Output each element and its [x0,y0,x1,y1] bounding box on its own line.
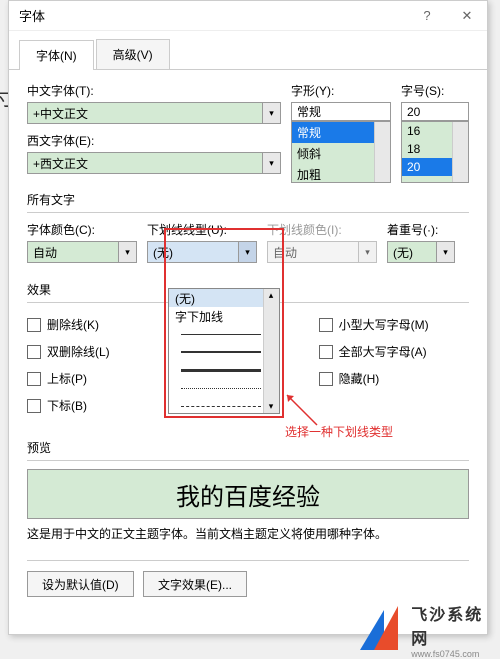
close-button[interactable]: ✕ [447,1,487,31]
cnfont-value[interactable]: +中文正文 [27,102,263,124]
cnfont-combo[interactable]: +中文正文 ▾ [27,102,281,124]
checkbox-hidden[interactable]: 隐藏(H) [319,370,469,387]
divider [27,212,469,213]
checkbox-allcaps[interactable]: 全部大写字母(A) [319,343,469,360]
checkbox-label: 删除线(K) [47,316,99,333]
checkbox-label: 双删除线(L) [47,343,110,360]
emphasis-dropdown-button[interactable]: ▾ [437,241,455,263]
enfont-label: 西文字体(E): [27,132,281,149]
dialog-title: 字体 [19,6,45,25]
checkbox-icon[interactable] [27,372,41,386]
checkbox-icon[interactable] [319,345,333,359]
emphasis-combo[interactable]: (无) ▾ [387,241,455,263]
checkbox-sub[interactable]: 下标(B) [27,397,159,414]
checkbox-label: 隐藏(H) [339,370,380,387]
checkbox-label: 上标(P) [47,370,87,387]
divider [27,460,469,461]
checkbox-label: 全部大写字母(A) [339,343,427,360]
divider [27,560,469,561]
emphasis-value: (无) [387,241,437,263]
logo-text-cn: 飞沙系统网 [411,601,500,649]
checkbox-label: 下标(B) [47,397,87,414]
tab-strip: 字体(N) 高级(V) [9,31,487,70]
scrollbar[interactable]: ▴ ▾ [263,289,279,413]
annotation-text: 选择一种下划线类型 [285,423,393,440]
checkbox-super[interactable]: 上标(P) [27,370,159,387]
cnfont-label: 中文字体(T): [27,82,281,99]
help-button[interactable]: ? [407,1,447,31]
checkbox-icon[interactable] [27,318,41,332]
scroll-up-icon[interactable]: ▴ [264,290,278,301]
allfonts-label: 所有文字 [27,191,469,208]
size-input[interactable]: 20 [401,102,469,121]
ulcolor-dropdown-button: ▾ [359,241,377,263]
titlebar: 字体 ? ✕ [9,1,487,31]
checkbox-icon[interactable] [27,345,41,359]
preview-note: 这是用于中文的正文主题字体。当前文档主题定义将使用哪种字体。 [27,525,469,542]
color-dropdown-button[interactable]: ▾ [119,241,137,263]
size-label: 字号(S): [401,82,469,99]
checkbox-strike[interactable]: 删除线(K) [27,316,159,333]
style-input[interactable]: 常规 [291,102,391,121]
set-default-button[interactable]: 设为默认值(D) [27,571,134,597]
color-label: 字体颜色(C): [27,221,137,238]
logo-text-url: www.fs0745.com [411,649,500,659]
underline-dropdown[interactable]: (无) 字下加线 ▴ ▾ [168,288,280,414]
checkbox-icon[interactable] [319,318,333,332]
checkbox-dstrike[interactable]: 双删除线(L) [27,343,159,360]
enfont-value[interactable]: +西文正文 [27,152,263,174]
enfont-combo[interactable]: +西文正文 ▾ [27,152,281,174]
color-combo[interactable]: 自动 ▾ [27,241,137,263]
style-listbox[interactable]: 常规 倾斜 加粗 [291,121,391,183]
color-value: 自动 [27,241,119,263]
logo-icon [360,606,407,654]
size-listbox[interactable]: 16 18 20 [401,121,469,183]
checkbox-smallcaps[interactable]: 小型大写字母(M) [319,316,469,333]
style-label: 字形(Y): [291,82,391,99]
checkbox-icon[interactable] [319,372,333,386]
tab-font[interactable]: 字体(N) [19,40,94,70]
watermark-logo: 飞沙系统网 www.fs0745.com [360,602,500,657]
emphasis-label: 着重号(·): [387,221,455,238]
cnfont-dropdown-button[interactable]: ▾ [263,102,281,124]
checkbox-label: 小型大写字母(M) [339,316,429,333]
preview-box: 我的百度经验 [27,469,469,519]
text-effects-button[interactable]: 文字效果(E)... [143,571,247,597]
checkbox-icon[interactable] [27,399,41,413]
scrollbar[interactable] [452,122,468,182]
scroll-down-icon[interactable]: ▾ [264,401,278,412]
enfont-dropdown-button[interactable]: ▾ [263,152,281,174]
scrollbar[interactable] [374,122,390,182]
tab-advanced[interactable]: 高级(V) [96,39,170,69]
preview-label: 预览 [27,439,469,456]
